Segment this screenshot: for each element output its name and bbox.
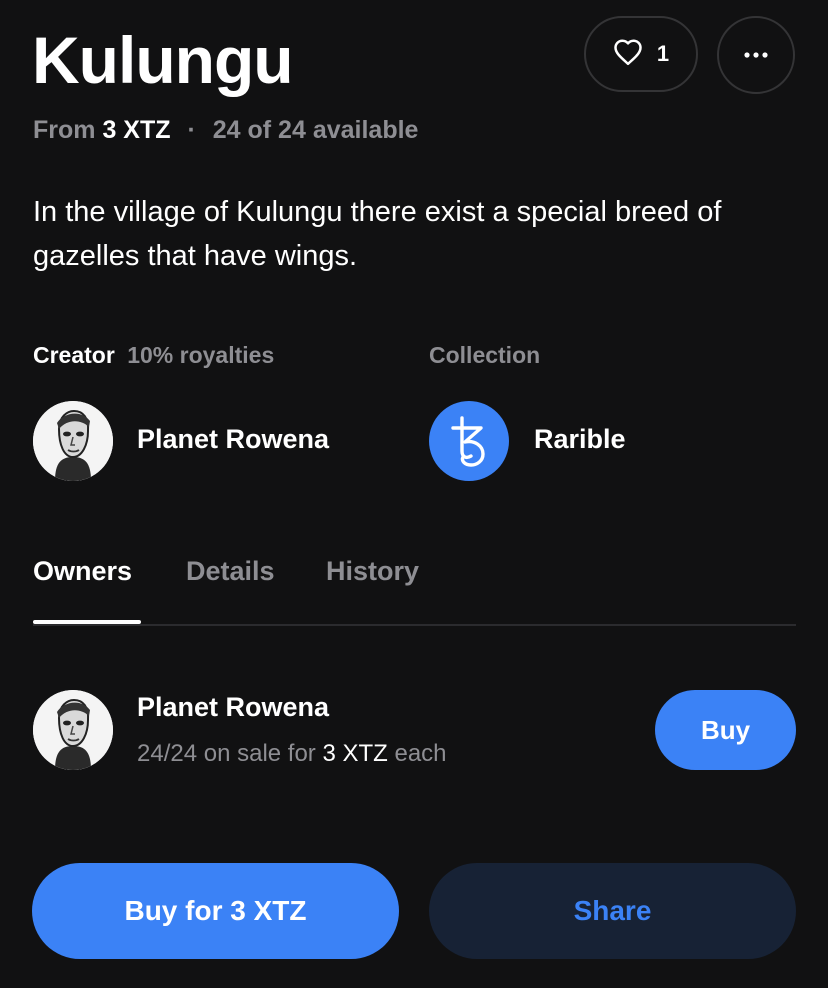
sale-suffix: each [394, 740, 447, 767]
creator-label-row: Creator 10% royalties [33, 342, 274, 369]
collection-name[interactable]: Rarible [534, 424, 626, 455]
heart-icon [613, 38, 643, 71]
more-options-button[interactable] [717, 16, 795, 94]
owner-buy-button[interactable]: Buy [655, 690, 796, 770]
collection-label: Collection [429, 342, 541, 368]
ellipsis-icon [743, 46, 769, 64]
item-description: In the village of Kulungu there exist a … [33, 196, 722, 272]
buy-button[interactable]: Buy for 3 XTZ [32, 863, 399, 959]
like-button[interactable]: 1 [584, 16, 698, 92]
active-tab-indicator [33, 620, 141, 624]
price-availability: From 3 XTZ · 24 of 24 available [33, 116, 418, 145]
tab-history[interactable]: History [326, 556, 419, 587]
nft-item-page: Kulungu 1 From 3 XTZ · 24 of 24 availabl… [0, 0, 828, 988]
owner-sale-info: 24/24 on sale for 3 XTZ each [137, 740, 447, 768]
item-title: Kulungu [32, 23, 294, 97]
like-count: 1 [656, 41, 670, 66]
separator-dot: · [187, 116, 196, 144]
tab-owners[interactable]: Owners [33, 556, 132, 587]
owner-name[interactable]: Planet Rowena [137, 692, 329, 723]
royalties-label: 10% royalties [127, 342, 275, 368]
availability: 24 of 24 available [212, 116, 419, 144]
share-button[interactable]: Share [429, 863, 796, 959]
creator-avatar[interactable] [33, 401, 113, 481]
sale-prefix: 24/24 on sale for [137, 740, 316, 767]
owner-avatar[interactable] [33, 690, 113, 770]
item-price: 3 XTZ [102, 116, 171, 144]
item-tabs: Owners Details History [33, 556, 796, 626]
sale-price: 3 XTZ [322, 740, 388, 767]
creator-name[interactable]: Planet Rowena [137, 424, 329, 455]
from-label: From [33, 116, 96, 144]
creator-label: Creator [33, 342, 115, 368]
tab-details[interactable]: Details [186, 556, 275, 587]
tezos-logo-icon[interactable] [429, 401, 509, 481]
